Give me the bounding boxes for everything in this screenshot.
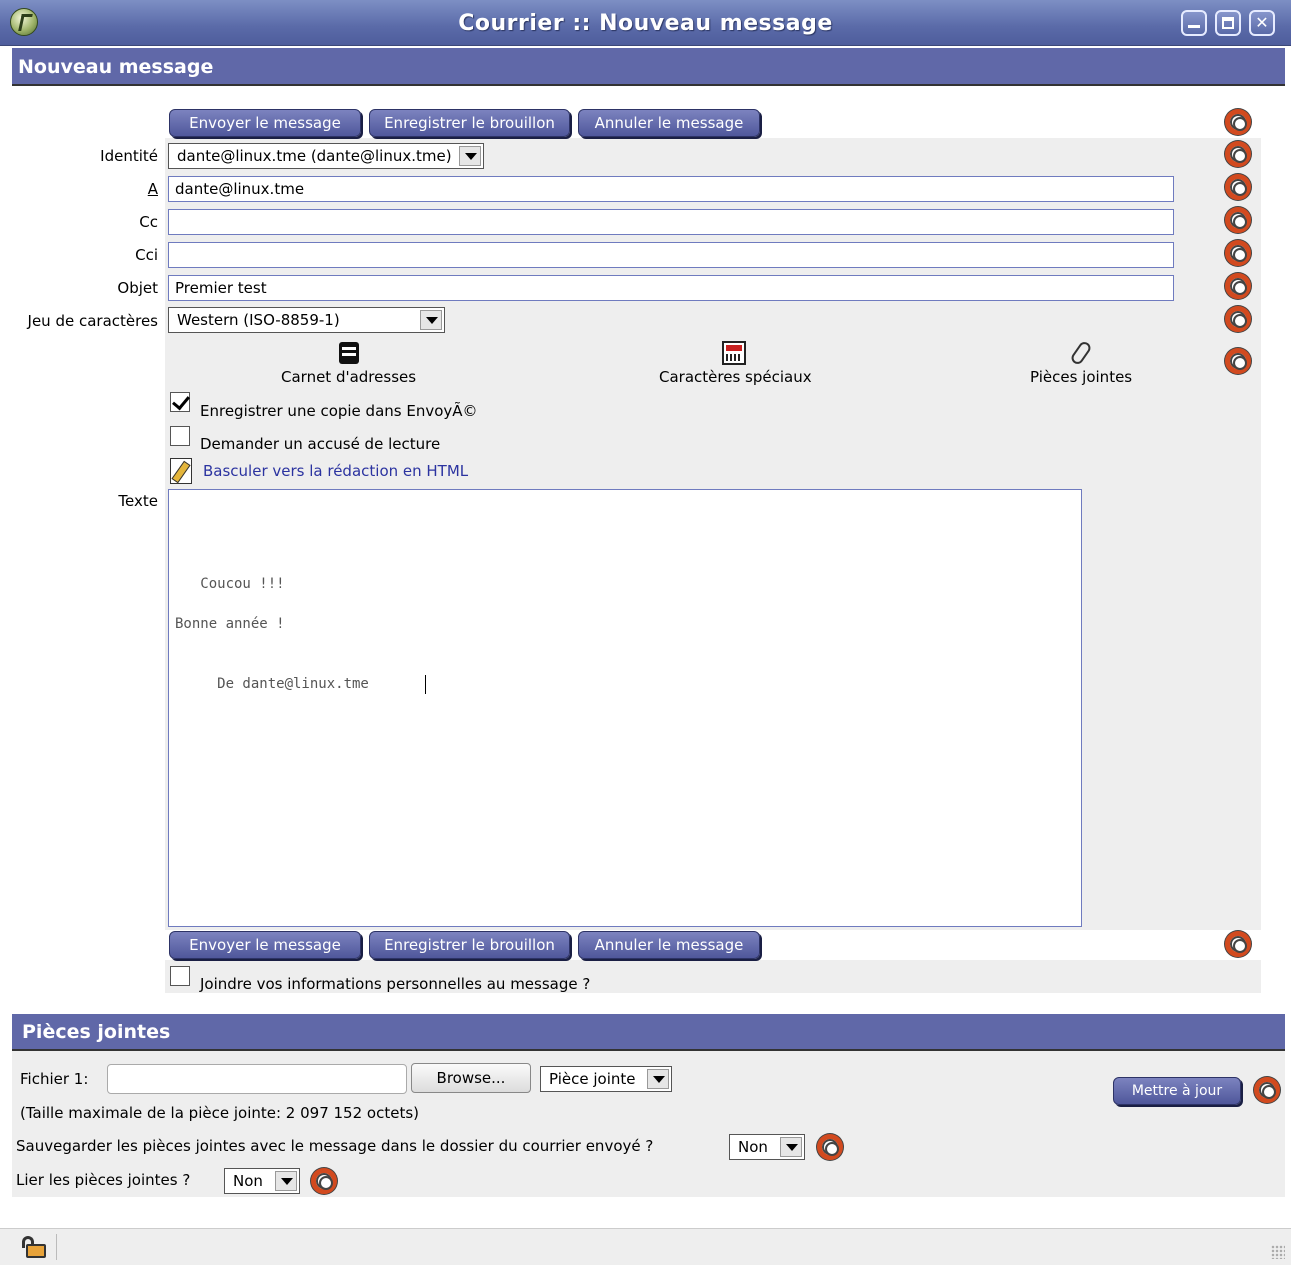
file-input[interactable] [107, 1064, 407, 1094]
save-with-message-value: Non [738, 1138, 768, 1156]
send-button-top[interactable]: Envoyer le message [169, 109, 361, 137]
body-line: Bonne année ! [175, 616, 285, 632]
link-attachments-select[interactable]: Non [224, 1168, 300, 1194]
cancel-button-top[interactable]: Annuler le message [578, 109, 760, 137]
file-label: Fichier 1: [20, 1070, 89, 1088]
attachment-type-select[interactable]: Pièce jointe [540, 1066, 672, 1092]
unlocked-icon [22, 1236, 46, 1258]
attachments-link[interactable]: Pièces jointes [1030, 368, 1132, 386]
bcc-label: Cci [135, 246, 158, 264]
send-button-bottom[interactable]: Envoyer le message [169, 931, 361, 959]
message-body-textarea[interactable]: Coucou !!! Bonne année ! De dante@linux.… [168, 489, 1082, 927]
status-bar [0, 1228, 1291, 1265]
help-icon-bcc[interactable] [1225, 240, 1251, 266]
text-caret [425, 675, 426, 694]
body-line: De dante@linux.tme [175, 676, 369, 692]
identity-select[interactable]: dante@linux.tme (dante@linux.tme) [168, 143, 484, 169]
identity-label: Identité [100, 147, 158, 165]
link-attachments-label: Lier les pièces jointes ? [16, 1171, 191, 1189]
address-book-link[interactable]: Carnet d'adresses [281, 368, 416, 386]
switch-html-link[interactable]: Basculer vers la rédaction en HTML [203, 462, 468, 480]
special-characters-link[interactable]: Caractères spéciaux [659, 368, 812, 386]
body-line: Coucou !!! [175, 576, 285, 592]
chevron-down-icon [275, 1171, 297, 1191]
personal-info-checkbox[interactable] [170, 966, 190, 986]
help-icon-charset[interactable] [1225, 306, 1251, 332]
personal-info-label: Joindre vos informations personnelles au… [200, 975, 591, 993]
status-divider [56, 1234, 57, 1260]
cc-label: Cc [139, 213, 158, 231]
help-icon-link-attachments[interactable] [311, 1168, 337, 1194]
chevron-down-icon [459, 146, 481, 166]
window-titlebar[interactable]: Courrier :: Nouveau message ✕ [0, 0, 1291, 46]
close-icon[interactable]: ✕ [1249, 10, 1275, 36]
help-icon-to[interactable] [1225, 174, 1251, 200]
help-icon-identity[interactable] [1225, 141, 1251, 167]
edit-html-icon[interactable] [170, 458, 192, 484]
chevron-down-icon [420, 310, 442, 330]
subject-field[interactable]: Premier test [168, 275, 1174, 301]
browse-button[interactable]: Browse... [411, 1063, 531, 1093]
help-icon-update[interactable] [1254, 1077, 1280, 1103]
attachment-type-value: Pièce jointe [549, 1070, 636, 1088]
help-icon-subject[interactable] [1225, 273, 1251, 299]
help-icon-save-with-message[interactable] [817, 1134, 843, 1160]
charset-select-value: Western (ISO-8859-1) [177, 311, 340, 329]
attachments-header-title: Pièces jointes [22, 1021, 171, 1043]
to-label: A [147, 180, 158, 198]
read-receipt-label: Demander un accusé de lecture [200, 435, 441, 453]
max-size-note: (Taille maximale de la pièce jointe: 2 0… [20, 1104, 419, 1122]
cc-field[interactable] [168, 209, 1174, 235]
save-with-message-select[interactable]: Non [729, 1134, 805, 1160]
read-receipt-checkbox[interactable] [170, 426, 190, 446]
special-characters-icon[interactable] [722, 341, 746, 365]
cancel-button-bottom[interactable]: Annuler le message [578, 931, 760, 959]
save-copy-label: Enregistrer une copie dans EnvoyÃ© [200, 402, 478, 420]
link-attachments-value: Non [233, 1172, 263, 1190]
help-icon-tools[interactable] [1225, 348, 1251, 374]
minimize-icon[interactable] [1181, 10, 1207, 36]
resize-grip-icon[interactable] [1271, 1245, 1285, 1259]
help-icon-buttons[interactable] [1225, 109, 1251, 135]
bcc-field[interactable] [168, 242, 1174, 268]
window-title: Courrier :: Nouveau message [458, 11, 833, 36]
address-book-icon[interactable] [339, 342, 359, 364]
chevron-down-icon [647, 1069, 669, 1089]
to-field[interactable]: dante@linux.tme [168, 176, 1174, 202]
save-draft-button-top[interactable]: Enregistrer le brouillon [369, 109, 570, 137]
body-label: Texte [118, 492, 158, 510]
compose-header-title: Nouveau message [18, 56, 214, 78]
attachments-section-header: Pièces jointes [12, 1014, 1285, 1051]
help-icon-bottom-buttons[interactable] [1225, 931, 1251, 957]
chevron-down-icon [780, 1137, 802, 1157]
subject-label: Objet [117, 279, 158, 297]
charset-select[interactable]: Western (ISO-8859-1) [168, 307, 445, 333]
compose-section-header: Nouveau message [12, 48, 1285, 86]
help-icon-cc[interactable] [1225, 207, 1251, 233]
identity-select-value: dante@linux.tme (dante@linux.tme) [177, 147, 452, 165]
update-button[interactable]: Mettre à jour [1113, 1077, 1241, 1105]
charset-label: Jeu de caractères [27, 312, 158, 330]
save-draft-button-bottom[interactable]: Enregistrer le brouillon [369, 931, 570, 959]
save-copy-checkbox[interactable] [170, 392, 190, 412]
maximize-icon[interactable] [1215, 10, 1241, 36]
save-with-message-label: Sauvegarder les pièces jointes avec le m… [16, 1137, 654, 1155]
